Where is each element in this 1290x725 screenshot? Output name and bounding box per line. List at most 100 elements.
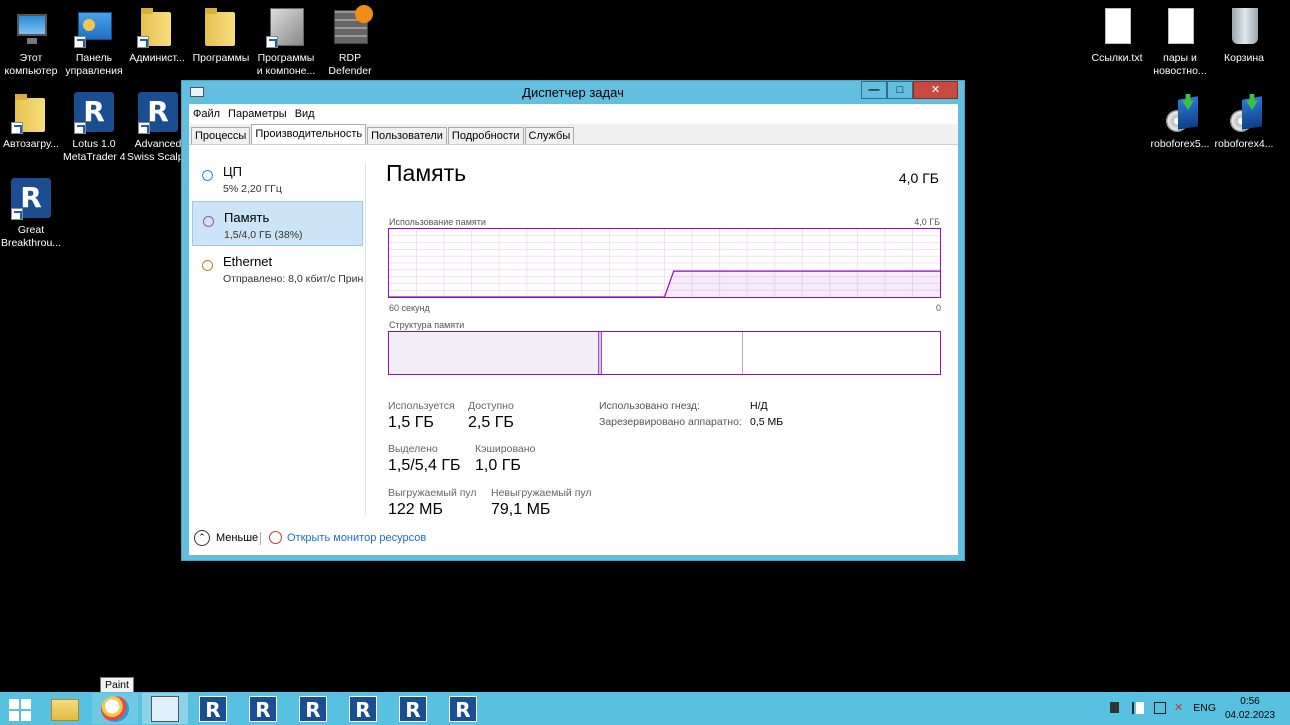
resource-memory-sub: 1,5/4,0 ГБ (38%): [224, 229, 303, 241]
tab-users[interactable]: Пользователи: [367, 127, 447, 144]
roboforex-icon: R: [74, 92, 114, 134]
taskbar-roboforex-3[interactable]: R: [290, 693, 336, 724]
flag-icon[interactable]: [1132, 702, 1144, 714]
available-value: 2,5 ГБ: [468, 414, 514, 431]
menu-bar: Файл Параметры Вид: [189, 104, 958, 124]
desktop-icon-roboforex5[interactable]: roboforex5...: [1149, 92, 1211, 151]
resource-ethernet-sub: Отправлено: 8,0 кбит/с Приня: [223, 273, 363, 285]
roboforex-icon: R: [399, 696, 427, 722]
hw-reserved-value: 0,5 МБ: [750, 416, 784, 428]
open-resource-monitor-link[interactable]: Открыть монитор ресурсов: [287, 532, 426, 544]
recycle-bin-icon: [1224, 6, 1264, 48]
taskbar-roboforex-2[interactable]: R: [240, 693, 286, 724]
roboforex-icon: R: [349, 696, 377, 722]
resource-memory[interactable]: Память 1,5/4,0 ГБ (38%): [192, 201, 363, 246]
desktop-icon-advanced-swiss[interactable]: R Advanced Swiss Scalp...: [127, 92, 189, 164]
structure-free: [741, 332, 940, 374]
installer-icon: [1224, 92, 1264, 134]
task-manager-icon: [151, 696, 179, 722]
file-explorer-icon: [51, 699, 79, 721]
structure-in-use: [389, 332, 599, 374]
axis-left-label: 60 секунд: [389, 303, 430, 313]
footer-divider: [260, 532, 261, 545]
taskbar: R R R R R R ✕ ENG 0:56 04.02.2023: [0, 692, 1290, 725]
desktop-icon-pairs-news[interactable]: пары и новостно...: [1149, 6, 1211, 78]
desktop-icon-programs-features[interactable]: Программы и компоне...: [255, 6, 317, 78]
taskbar-roboforex-6[interactable]: R: [440, 693, 486, 724]
close-button[interactable]: ✕: [913, 81, 958, 99]
desktop-icon-great-breakthrough[interactable]: R Great Breakthrou...: [0, 178, 62, 250]
usage-label: Использование памяти: [389, 217, 486, 227]
taskbar-task-manager[interactable]: [142, 693, 188, 724]
desktop-icon-control-panel[interactable]: Панель управления: [63, 6, 125, 78]
paged-pool-label: Выгружаемый пул: [388, 487, 477, 499]
slots-used-value: Н/Д: [750, 400, 768, 412]
usage-max-label: 4,0 ГБ: [914, 217, 940, 227]
resource-ethernet[interactable]: Ethernet Отправлено: 8,0 кбит/с Приня: [192, 246, 363, 291]
desktop-icon-admin[interactable]: Админист...: [126, 6, 188, 65]
menu-file[interactable]: Файл: [193, 104, 226, 124]
volume-muted-icon[interactable]: ✕: [1174, 702, 1186, 714]
title-bar[interactable]: Диспетчер задач — □ ✕: [182, 81, 964, 103]
paint-tooltip: Paint: [100, 677, 134, 693]
resource-list: ЦП 5% 2,20 ГГц Память 1,5/4,0 ГБ (38%) E…: [189, 146, 365, 502]
desktop-icon-lotus[interactable]: R Lotus 1.0 MetaTrader 4: [63, 92, 125, 164]
language-indicator[interactable]: ENG: [1193, 702, 1216, 714]
menu-view[interactable]: Вид: [295, 104, 321, 124]
fewer-details-button[interactable]: Меньше: [216, 532, 258, 544]
menu-options[interactable]: Параметры: [228, 104, 293, 124]
committed-label: Выделено: [388, 443, 438, 455]
roboforex-icon: R: [11, 178, 51, 220]
maximize-button[interactable]: □: [887, 81, 913, 99]
cpu-circle-icon: [202, 170, 213, 181]
memory-circle-icon: [203, 216, 214, 227]
folder-icon: [11, 92, 51, 134]
taskbar-paint[interactable]: [92, 693, 138, 724]
tab-details[interactable]: Подробности: [447, 127, 524, 144]
tab-services[interactable]: Службы: [524, 127, 575, 144]
minimize-button[interactable]: —: [861, 81, 887, 99]
text-file-icon: [1160, 6, 1200, 48]
resource-memory-title: Память: [224, 210, 270, 225]
memory-usage-chart: [389, 229, 940, 297]
start-button[interactable]: [0, 693, 46, 724]
panel-divider: [365, 162, 366, 514]
nonpaged-pool-value: 79,1 МБ: [491, 501, 551, 518]
desktop-icon-rdp-defender[interactable]: RDP Defender: [319, 5, 381, 78]
desktop-icon-roboforex4[interactable]: roboforex4...: [1213, 92, 1275, 151]
memory-heading: Память: [386, 160, 467, 186]
computer-icon: [11, 6, 51, 48]
memory-usage-graph: [388, 228, 941, 298]
hw-reserved-label: Зарезервировано аппаратно:: [599, 416, 742, 428]
tab-performance[interactable]: Производительность: [251, 124, 367, 144]
memory-total: 4,0 ГБ: [898, 170, 939, 186]
tab-processes[interactable]: Процессы: [191, 127, 251, 144]
taskbar-explorer[interactable]: [42, 693, 88, 724]
network-icon[interactable]: [1154, 702, 1166, 714]
resource-cpu[interactable]: ЦП 5% 2,20 ГГц: [192, 156, 363, 201]
in-use-label: Используется: [388, 400, 455, 412]
taskbar-roboforex-5[interactable]: R: [390, 693, 436, 724]
desktop-icon-links-txt[interactable]: Ссылки.txt: [1086, 6, 1148, 65]
cached-value: 1,0 ГБ: [475, 457, 521, 474]
slots-used-label: Использовано гнезд:: [599, 400, 700, 412]
chevron-up-icon[interactable]: ⌃: [194, 530, 210, 546]
show-desktop-icon[interactable]: [1110, 702, 1119, 713]
window-title: Диспетчер задач: [522, 85, 624, 100]
roboforex-icon: R: [199, 696, 227, 722]
taskbar-roboforex-4[interactable]: R: [340, 693, 386, 724]
resource-cpu-sub: 5% 2,20 ГГц: [223, 183, 282, 195]
clock[interactable]: 0:56 04.02.2023: [1222, 695, 1278, 723]
desktop-icon-programs[interactable]: Программы: [190, 6, 252, 65]
folder-icon: [201, 6, 241, 48]
desktop-icon-recycle-bin[interactable]: Корзина: [1213, 6, 1275, 65]
ethernet-circle-icon: [202, 260, 213, 271]
installer-icon: [1160, 92, 1200, 134]
desktop-icon-this-pc[interactable]: Этот компьютер: [0, 6, 62, 78]
resource-cpu-title: ЦП: [223, 164, 242, 179]
paged-pool-value: 122 МБ: [388, 501, 443, 518]
desktop-icon-autostart[interactable]: Автозагру...: [0, 92, 62, 151]
control-panel-icon: [74, 6, 114, 48]
taskbar-roboforex-1[interactable]: R: [190, 693, 236, 724]
resource-ethernet-title: Ethernet: [223, 254, 273, 269]
